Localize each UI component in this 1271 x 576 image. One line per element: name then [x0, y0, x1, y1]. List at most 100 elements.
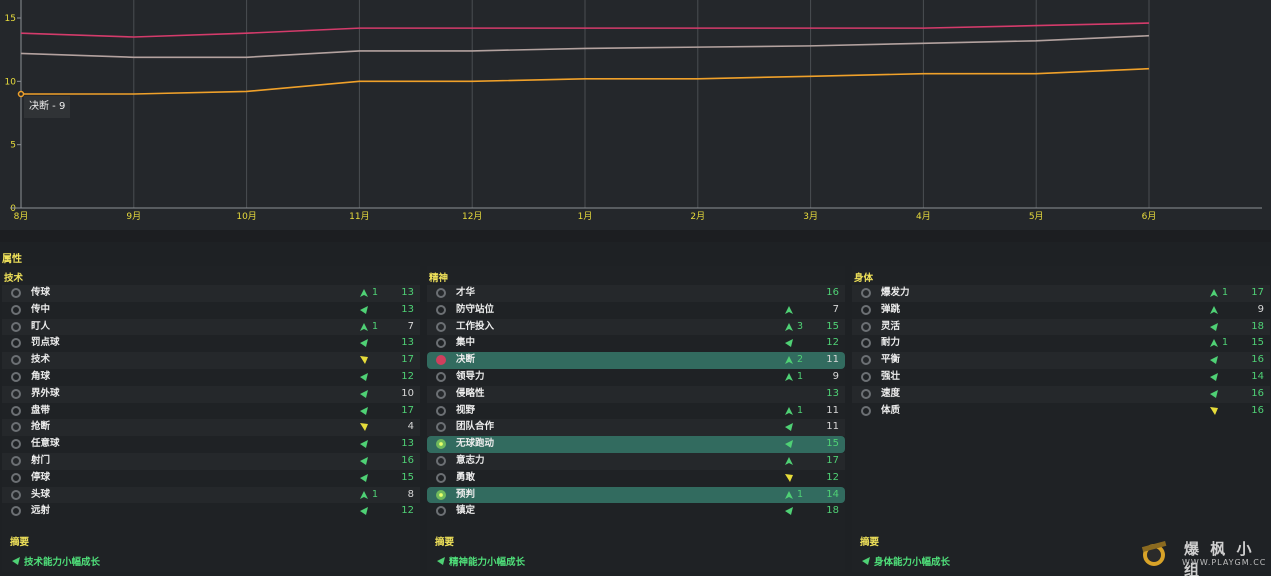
attribute-row[interactable]: 速度 16 — [852, 385, 1270, 403]
attribute-value: 17 — [401, 354, 414, 366]
attribute-row[interactable]: 集中 12 — [427, 335, 845, 352]
arrow-up-right-icon — [1210, 389, 1218, 398]
attribute-row[interactable]: 抢断 4 — [2, 419, 420, 437]
attribute-row[interactable]: 角球 12 — [2, 369, 420, 386]
attribute-value: 13 — [826, 387, 839, 399]
attribute-row[interactable]: 耐力 1 15 — [852, 335, 1270, 352]
attribute-toggle-icon[interactable] — [11, 506, 21, 517]
attribute-row[interactable]: 平衡 16 — [852, 352, 1270, 369]
attribute-toggle-icon[interactable] — [861, 388, 871, 399]
attribute-toggle-icon[interactable] — [861, 321, 871, 332]
attribute-row[interactable]: 盯人 1 7 — [2, 318, 420, 336]
attribute-toggle-icon[interactable] — [436, 405, 446, 416]
attribute-toggle-icon[interactable] — [861, 288, 871, 298]
attribute-toggle-icon[interactable] — [436, 304, 446, 315]
attribute-toggle-icon[interactable] — [436, 388, 446, 399]
arrow-up-right-icon — [1210, 372, 1218, 381]
attribute-toggle-icon[interactable] — [11, 472, 21, 483]
attribute-label: 速度 — [881, 387, 901, 399]
x-tick-label: 10月 — [236, 211, 256, 222]
attribute-toggle-icon[interactable] — [861, 338, 871, 349]
attribute-label: 才华 — [456, 287, 476, 298]
attribute-toggle-icon[interactable] — [861, 355, 871, 366]
attribute-row[interactable]: 体质 16 — [852, 403, 1270, 420]
attribute-row[interactable]: 强壮 14 — [852, 369, 1270, 386]
attribute-toggle-icon[interactable] — [11, 439, 21, 450]
attribute-row[interactable]: 镇定 18 — [427, 503, 845, 520]
arrow-up-icon — [360, 289, 368, 297]
attribute-toggle-icon[interactable] — [11, 388, 21, 399]
attribute-row[interactable]: 头球 1 8 — [2, 486, 420, 504]
attribute-value: 7 — [832, 303, 839, 315]
attribute-toggle-icon[interactable] — [11, 355, 21, 366]
attribute-toggle-icon[interactable] — [436, 506, 446, 517]
attribute-row[interactable]: 领导力 1 9 — [427, 369, 845, 386]
attribute-value: 17 — [1251, 287, 1264, 298]
attribute-toggle-icon[interactable] — [11, 489, 21, 500]
attribute-row[interactable]: 决断 2 11 — [427, 352, 845, 369]
attribute-toggle-icon[interactable] — [861, 304, 871, 315]
attribute-row[interactable]: 无球跑动 15 — [427, 436, 845, 453]
attribute-toggle-icon[interactable] — [436, 288, 446, 298]
arrow-up-right-icon — [785, 339, 793, 348]
attribute-row[interactable]: 意志力 17 — [427, 452, 845, 470]
attribute-toggle-icon[interactable] — [11, 371, 21, 382]
attribute-toggle-icon[interactable] — [436, 371, 446, 382]
attribute-toggle-icon[interactable] — [11, 288, 21, 298]
attribute-row[interactable]: 团队合作 11 — [427, 419, 845, 437]
arrow-up-right-icon — [360, 305, 368, 314]
attribute-row[interactable]: 爆发力 1 17 — [852, 285, 1270, 302]
attribute-row[interactable]: 任意球 13 — [2, 436, 420, 453]
attribute-row[interactable]: 弹跳 9 — [852, 302, 1270, 319]
attribute-row[interactable]: 罚点球 13 — [2, 335, 420, 352]
attribute-toggle-icon[interactable] — [11, 405, 21, 416]
attribute-row[interactable]: 盘带 17 — [2, 403, 420, 420]
attribute-label: 侵略性 — [456, 387, 485, 399]
attribute-value: 9 — [1257, 303, 1264, 315]
attribute-label: 防守站位 — [456, 303, 495, 315]
attribute-toggle-icon[interactable] — [436, 455, 446, 466]
attribute-toggle-icon[interactable] — [436, 338, 446, 349]
training-focus-icon[interactable] — [436, 489, 446, 500]
attribute-value: 15 — [401, 471, 414, 483]
attribute-row[interactable]: 灵活 18 — [852, 318, 1270, 336]
attribute-toggle-icon[interactable] — [11, 422, 21, 433]
attribute-toggle-icon[interactable] — [436, 472, 446, 483]
attribute-row[interactable]: 界外球 10 — [2, 385, 420, 403]
technical-title: 技术 — [4, 273, 24, 284]
attribute-label: 技术 — [31, 354, 51, 366]
attribute-toggle-icon[interactable] — [861, 405, 871, 416]
physical-column: 身体 爆发力 1 17 弹跳 9 灵活 18 耐力 1 15 平衡 16 强壮 14 速度 16 体质 16 摘要… — [852, 266, 1270, 572]
training-focus-icon[interactable] — [436, 355, 446, 366]
attribute-row[interactable]: 预判 1 14 — [427, 486, 845, 504]
training-focus-icon[interactable] — [436, 439, 446, 450]
attribute-row[interactable]: 防守站位 7 — [427, 302, 845, 319]
attribute-toggle-icon[interactable] — [11, 321, 21, 332]
attribute-row[interactable]: 才华 16 — [427, 285, 845, 302]
attribute-toggle-icon[interactable] — [11, 304, 21, 315]
attribute-toggle-icon[interactable] — [11, 455, 21, 466]
attribute-row[interactable]: 传球 1 13 — [2, 285, 420, 302]
attribute-toggle-icon[interactable] — [436, 422, 446, 433]
attribute-row[interactable]: 远射 12 — [2, 503, 420, 520]
growth-arrow-icon — [437, 557, 445, 565]
attribute-row[interactable]: 侵略性 13 — [427, 385, 845, 403]
attribute-toggle-icon[interactable] — [11, 338, 21, 349]
attribute-label: 耐力 — [881, 337, 901, 349]
attribute-toggle-icon[interactable] — [436, 321, 446, 332]
attribute-row[interactable]: 技术 17 — [2, 352, 420, 369]
arrow-up-icon — [1210, 305, 1218, 314]
attribute-row[interactable]: 工作投入 3 15 — [427, 318, 845, 336]
arrow-up-icon — [785, 456, 793, 465]
attribute-toggle-icon[interactable] — [861, 371, 871, 382]
attribute-row[interactable]: 停球 15 — [2, 470, 420, 487]
growth-arrow-icon — [862, 557, 870, 565]
arrow-up-right-icon — [1210, 322, 1218, 331]
arrow-up-icon — [1210, 289, 1218, 297]
attribute-value: 16 — [826, 287, 839, 298]
attribute-row[interactable]: 勇敢 12 — [427, 470, 845, 487]
attribute-row[interactable]: 视野 1 11 — [427, 403, 845, 420]
attribute-row[interactable]: 射门 16 — [2, 452, 420, 470]
attribute-row[interactable]: 传中 13 — [2, 302, 420, 319]
arrow-down-right-icon — [360, 423, 368, 432]
